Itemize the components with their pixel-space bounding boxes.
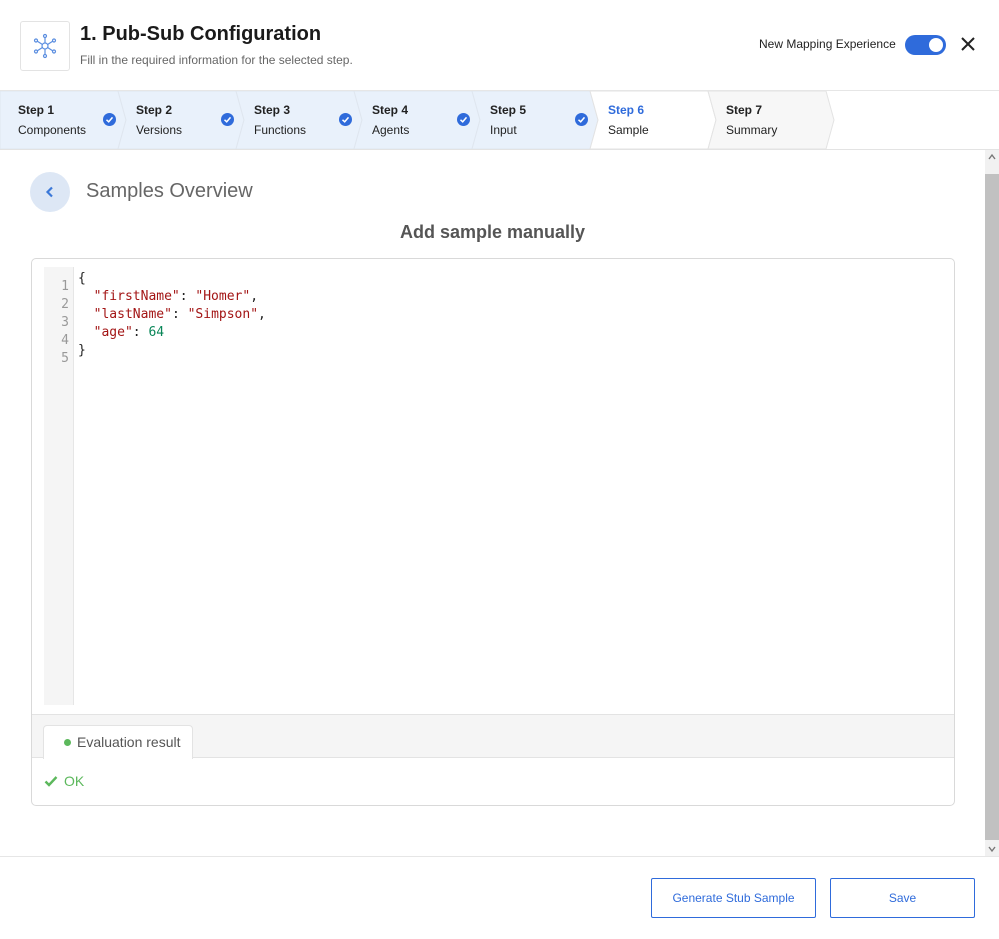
sample-editor-panel: 1 2 3 4 5 { "firstName": "Homer", "lastN… <box>31 258 955 806</box>
wizard-steps: Step 1 Components Step 2 Versions Step 3… <box>0 91 999 150</box>
step-label: Summary <box>726 123 778 137</box>
line-number: 3 <box>61 315 69 330</box>
editor-heading: Add sample manually <box>399 222 586 242</box>
step-label: Functions <box>254 123 307 137</box>
result-tab-bar: Evaluation result <box>32 714 954 759</box>
step-sample[interactable]: Step 6 Sample <box>590 91 708 149</box>
line-number-gutter: 1 2 3 4 5 <box>44 267 74 705</box>
step-title: Step 7 <box>726 103 763 117</box>
step-title: Step 6 <box>608 103 645 117</box>
check-icon <box>457 113 470 126</box>
code-line: } <box>78 343 86 358</box>
step-label: Agents <box>372 123 410 137</box>
scroll-up-arrow[interactable] <box>985 150 999 164</box>
check-icon <box>339 113 352 126</box>
step-title: Step 5 <box>490 103 527 117</box>
close-button[interactable] <box>956 32 980 56</box>
tab-label: Evaluation result <box>77 734 181 750</box>
step-title: Step 2 <box>136 103 173 117</box>
step-label: Sample <box>608 123 649 137</box>
step-label: Components <box>18 123 87 137</box>
step-title: Step 1 <box>18 103 55 117</box>
step-label: Versions <box>136 123 183 137</box>
dialog-footer: Generate Stub Sample Save <box>0 856 999 939</box>
dialog-subtitle: Fill in the required information for the… <box>80 53 353 67</box>
step-summary[interactable]: Step 7 Summary <box>708 91 826 149</box>
evaluation-status: OK <box>44 773 84 789</box>
caret-down-icon <box>988 846 996 853</box>
toggle-knob <box>929 38 943 52</box>
caret-up-icon <box>988 153 996 160</box>
back-button[interactable] <box>30 172 70 212</box>
scrollbar-thumb[interactable] <box>985 174 999 840</box>
check-icon <box>103 113 116 126</box>
step-functions[interactable]: Step 3 Functions <box>236 91 354 149</box>
step-label: Input <box>490 123 517 137</box>
pubsub-app-icon <box>20 21 70 71</box>
status-dot <box>64 739 71 746</box>
mapping-toggle-label: New Mapping Experience <box>759 37 896 51</box>
check-icon <box>44 776 58 787</box>
step-title: Step 4 <box>372 103 409 117</box>
line-number: 4 <box>61 333 69 348</box>
check-icon <box>575 113 588 126</box>
status-text: OK <box>64 773 85 789</box>
section-title: Samples Overview <box>86 180 253 202</box>
check-icon <box>221 113 234 126</box>
line-number: 2 <box>61 297 69 312</box>
code-line: "age": 64 <box>93 325 165 340</box>
step-agents[interactable]: Step 4 Agents <box>354 91 472 149</box>
mapping-toggle[interactable] <box>905 35 946 55</box>
dialog-title: 1. Pub-Sub Configuration <box>80 23 322 45</box>
step-versions[interactable]: Step 2 Versions <box>118 91 236 149</box>
tab-evaluation-result[interactable]: Evaluation result <box>43 725 193 759</box>
code-line: { <box>78 271 86 286</box>
save-button[interactable]: Save <box>830 878 975 918</box>
scroll-down-arrow[interactable] <box>985 842 999 856</box>
generate-stub-sample-button[interactable]: Generate Stub Sample <box>651 878 816 918</box>
dialog-header: 1. Pub-Sub Configuration Fill in the req… <box>0 0 999 91</box>
chevron-left-icon <box>45 186 53 198</box>
line-number: 1 <box>61 279 69 294</box>
code-line: "lastName": "Simpson", <box>93 307 266 322</box>
json-code-editor[interactable]: { "firstName": "Homer", "lastName": "Sim… <box>78 270 266 360</box>
close-icon <box>961 37 975 51</box>
code-line: "firstName": "Homer", <box>93 289 259 304</box>
step-components[interactable]: Step 1 Components <box>0 91 118 149</box>
step-title: Step 3 <box>254 103 291 117</box>
step-input[interactable]: Step 5 Input <box>472 91 590 149</box>
line-number: 5 <box>61 351 69 366</box>
